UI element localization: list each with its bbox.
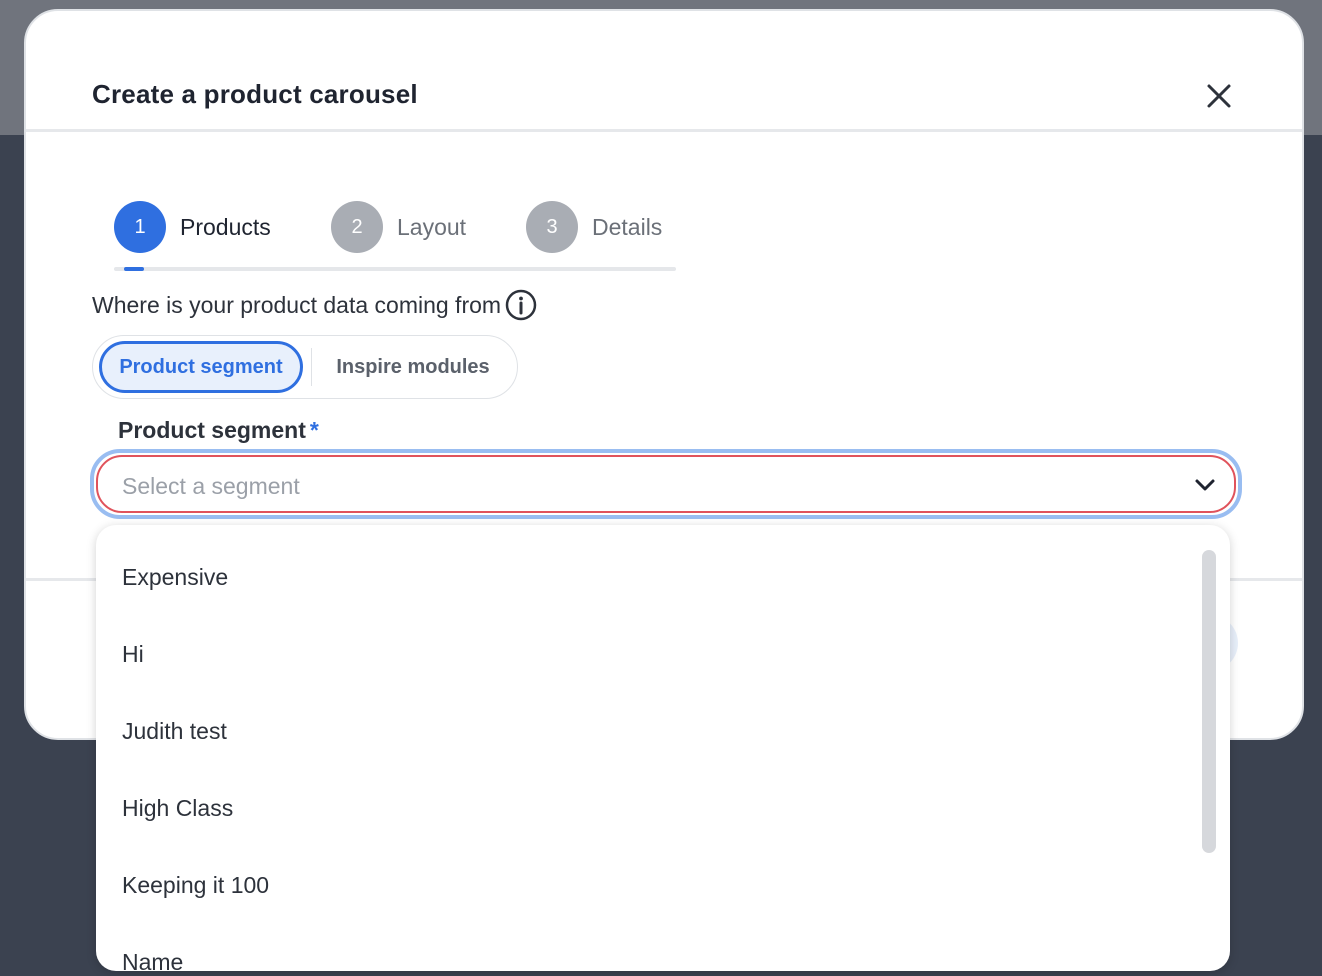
dropdown-list: Expensive Hi Judith test High Class Keep… [96,539,1196,971]
select-error-border [96,455,1236,515]
dropdown-option[interactable]: High Class [96,770,1196,847]
step-label: Products [180,213,271,240]
dropdown-option[interactable]: Keeping it 100 [96,847,1196,924]
modal-title: Create a product carousel [92,79,418,109]
product-segment-option[interactable]: Product segment [99,341,303,393]
stepper-track [114,267,676,271]
question-text: Where is your product data coming from [92,291,502,318]
field-label-text: Product segment [118,417,306,443]
toggle-divider [311,348,312,386]
step-layout[interactable]: 2 Layout [331,201,466,253]
step-number: 2 [331,201,383,253]
data-source-question: Where is your product data coming from [92,289,537,321]
step-number: 3 [526,201,578,253]
info-icon[interactable] [505,289,537,321]
close-button[interactable] [1204,81,1234,111]
dropdown-option[interactable]: Hi [96,616,1196,693]
dropdown-scrollbar[interactable] [1202,550,1216,853]
dropdown-option[interactable]: Name [96,924,1196,971]
product-segment-label: Product segment * [118,417,319,444]
required-mark: * [309,417,319,443]
inspire-modules-option[interactable]: Inspire modules [313,341,513,393]
step-products[interactable]: 1 Products [114,201,271,253]
step-label: Details [592,213,663,240]
segment-dropdown: Expensive Hi Judith test High Class Keep… [96,525,1230,971]
segment-select[interactable] [90,449,1242,519]
segment-select-input[interactable] [122,457,1172,515]
dropdown-option[interactable]: Expensive [96,539,1196,616]
close-icon [1207,84,1231,108]
stepper-progress [124,267,144,271]
dropdown-option[interactable]: Judith test [96,693,1196,770]
step-label: Layout [397,213,467,240]
data-source-toggle: Product segment Inspire modules [92,335,518,399]
step-number: 1 [114,201,166,253]
modal-header: Create a product carousel [26,11,1302,132]
chevron-down-icon[interactable] [1194,477,1216,493]
stepper: 1 Products 2 Layout 3 Details [114,201,676,273]
step-details[interactable]: 3 Details [526,201,662,253]
